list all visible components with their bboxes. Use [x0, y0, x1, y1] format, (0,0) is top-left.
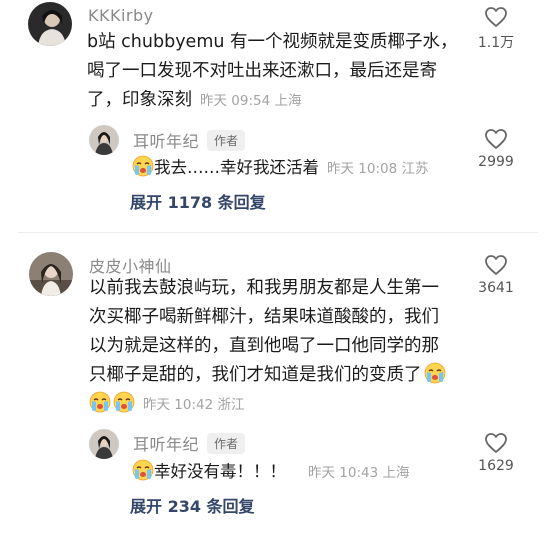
reply-meta: 昨天 10:43 上海 [308, 465, 410, 481]
avatar[interactable] [28, 2, 72, 46]
reply-text: 我去……幸好我还活着 昨天 10:08 江苏 [132, 154, 429, 178]
expand-replies-link[interactable]: 展开 234 条回复 [130, 493, 255, 517]
like-count: 2999 [478, 154, 514, 170]
reply-username-text: 耳听年纪 [133, 435, 200, 454]
expand-replies-link[interactable]: 展开 1178 条回复 [130, 189, 266, 213]
comment-text-line: 昨天 10:42 浙江 [89, 390, 459, 420]
divider [18, 232, 538, 233]
avatar[interactable] [89, 429, 119, 459]
comment-text: b站 chubbyemu 有一个视频就是变质椰子水， 喝了一口发现不对吐出来还漱… [87, 28, 477, 116]
reply-text-content: 幸好没有毒！！！ [154, 462, 286, 481]
comment-text-line: 只椰子是甜的，我们才知道是我们的变质了 [89, 361, 459, 390]
comment-text-line: b站 chubbyemu 有一个视频就是变质椰子水， [87, 32, 458, 52]
reply-meta: 昨天 10:08 江苏 [327, 161, 429, 177]
author-badge: 作者 [207, 130, 246, 151]
comment-text-line: 以为就是这样的，直到他喝了一口他同学的那 [89, 336, 439, 356]
reply-text-content: 我去……幸好我还活着 [154, 158, 319, 177]
reply-username[interactable]: 耳听年纪 作者 [133, 431, 246, 455]
like-button[interactable]: 3641 [466, 254, 526, 296]
crying-face-emoji-icon [132, 155, 154, 177]
heart-outline-icon [485, 433, 507, 453]
heart-outline-icon [485, 129, 507, 149]
reply-text: 幸好没有毒！！！ 昨天 10:43 上海 [132, 458, 410, 482]
like-count: 3641 [478, 280, 514, 296]
like-button[interactable]: 2999 [466, 128, 526, 170]
comment-meta: 昨天 10:42 浙江 [143, 397, 245, 413]
crying-face-emoji-icon [132, 459, 154, 481]
author-badge: 作者 [207, 433, 246, 454]
avatar[interactable] [89, 125, 119, 155]
crying-face-emoji-icon [89, 391, 111, 413]
comment-text-fragment: 只椰子是甜的，我们才知道是我们的变质了 [89, 365, 422, 385]
comment-text-line: 以前我去鼓浪屿玩，和我男朋友都是人生第一 [89, 278, 439, 298]
like-count: 1629 [478, 458, 514, 474]
like-button[interactable]: 1.1万 [466, 6, 526, 52]
comment-text-line: 喝了一口发现不对吐出来还漱口，最后还是寄 [87, 61, 437, 81]
crying-face-emoji-icon [424, 362, 446, 384]
like-count: 1.1万 [477, 35, 515, 51]
crying-face-emoji-icon [113, 391, 135, 413]
comment-text-line: 了，印象深刻 昨天 09:54 上海 [87, 86, 477, 116]
comment-username[interactable]: KKKirby [88, 6, 154, 25]
like-button[interactable]: 1629 [466, 432, 526, 474]
reply-username[interactable]: 耳听年纪 作者 [133, 128, 246, 152]
comment-text: 以前我去鼓浪屿玩，和我男朋友都是人生第一 次买椰子喝新鲜椰汁，结果味道酸酸的，我… [89, 274, 459, 420]
comment-text-line: 次买椰子喝新鲜椰汁，结果味道酸酸的，我们 [89, 307, 439, 327]
heart-outline-icon [485, 7, 507, 27]
comment-text-fragment: 了，印象深刻 [87, 90, 192, 110]
reply-username-text: 耳听年纪 [133, 132, 200, 151]
avatar[interactable] [29, 252, 73, 296]
heart-outline-icon [485, 255, 507, 275]
comment-meta: 昨天 09:54 上海 [200, 93, 302, 109]
